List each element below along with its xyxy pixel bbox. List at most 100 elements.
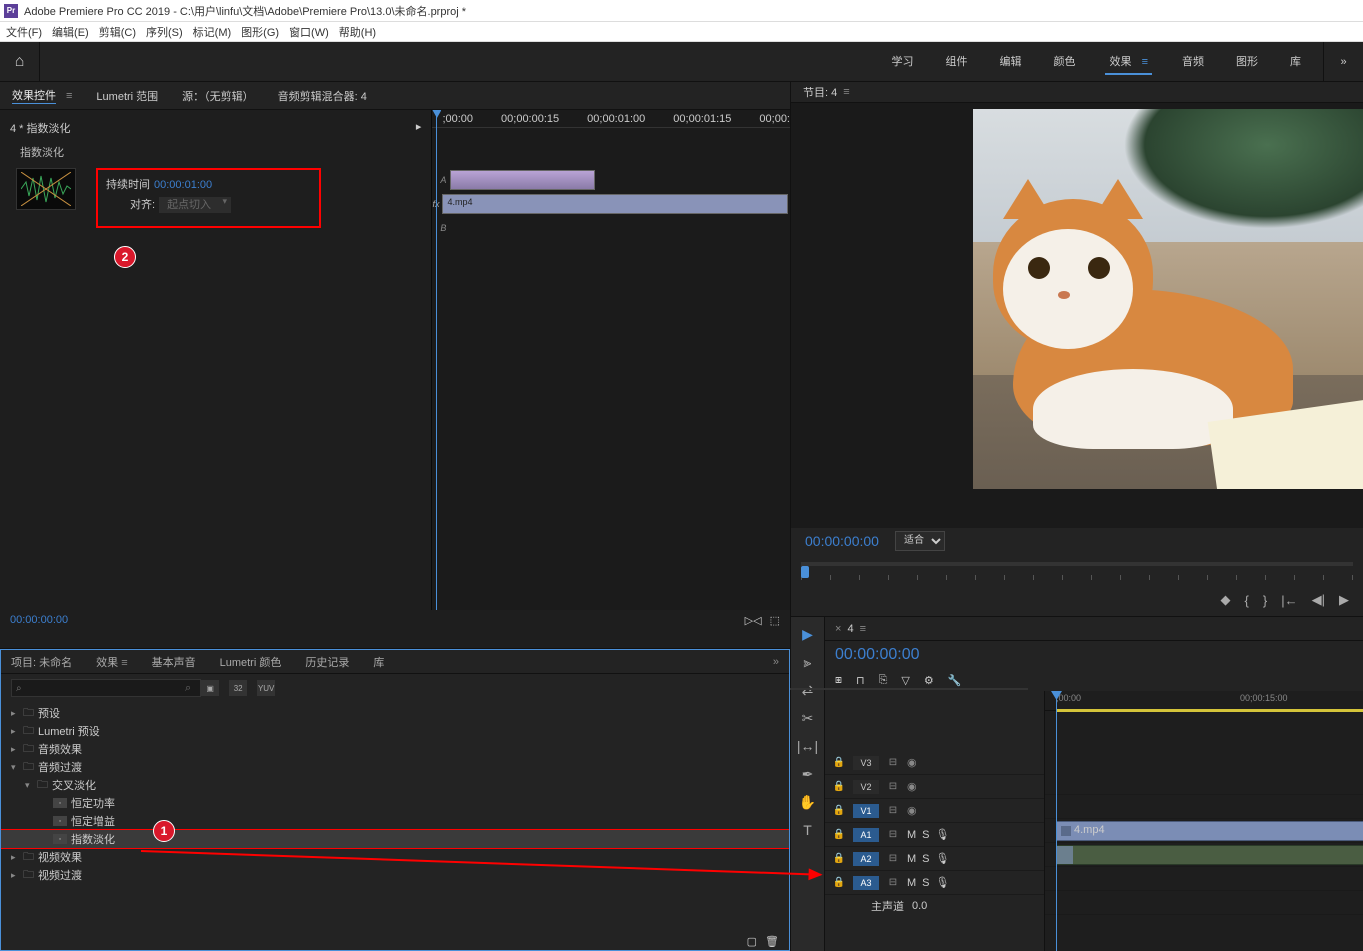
slip-tool[interactable]: |↔| (797, 737, 819, 755)
ec-loop-icon[interactable]: ▷◁ (745, 614, 762, 627)
menu-marker[interactable]: 标记(M) (193, 24, 232, 40)
align-dropdown[interactable]: 起点切入 (159, 197, 231, 213)
tree-folder[interactable]: ▾🗀交叉淡化 (1, 776, 789, 794)
timeline-area[interactable]: ;00:00 00;00:15:00 00;00:30:00 4.mp4 (1045, 691, 1363, 951)
ws-edit[interactable]: 编辑 (997, 49, 1023, 75)
tree-effect[interactable]: ▫指数淡化 (1, 830, 789, 848)
go-in-button[interactable]: |← (1281, 593, 1297, 608)
menu-sequence[interactable]: 序列(S) (146, 24, 183, 40)
tree-folder[interactable]: ▸🗀预设 (1, 704, 789, 722)
link-icon[interactable]: ⎘ (879, 674, 888, 687)
zoom-select[interactable]: 适合 (895, 531, 945, 551)
menu-graphics[interactable]: 图形(G) (241, 24, 279, 40)
new-bin-icon[interactable]: ▢ (747, 935, 757, 948)
menu-icon[interactable]: ≡ (843, 86, 849, 98)
timeline-timecode[interactable]: 00:00:00:00 (835, 646, 920, 664)
tree-folder[interactable]: ▸🗀Lumetri 预设 (1, 722, 789, 740)
sequence-name[interactable]: 4 (847, 623, 853, 635)
add-marker-button[interactable]: ◆ (1221, 592, 1231, 608)
ws-color[interactable]: 颜色 (1051, 49, 1077, 75)
tab-library[interactable]: 库 (373, 654, 384, 670)
panel-overflow[interactable]: » (773, 656, 779, 668)
ws-effects[interactable]: 效果 ≡ (1105, 49, 1152, 75)
home-button[interactable]: ⌂ (0, 42, 40, 82)
ws-learn[interactable]: 学习 (889, 49, 915, 75)
tree-effect[interactable]: ▫恒定增益 (1, 812, 789, 830)
mic-icon[interactable]: 🎙 (936, 828, 950, 841)
track-v3[interactable]: V3 (853, 756, 879, 770)
tab-lumetri-color[interactable]: Lumetri 颜色 (220, 654, 282, 670)
tab-essential-sound[interactable]: 基本声音 (152, 654, 196, 670)
scrubber-knob[interactable] (801, 566, 809, 578)
menu-window[interactable]: 窗口(W) (289, 24, 329, 40)
tree-folder[interactable]: ▾🗀音频过渡 (1, 758, 789, 776)
type-tool[interactable]: T (797, 821, 819, 839)
work-area-bar[interactable] (1056, 709, 1363, 712)
snap-icon[interactable]: ⊓ (856, 674, 865, 687)
ec-audio-clip[interactable]: 4.mp4 (442, 194, 788, 214)
ec-toggle-icon[interactable]: ▸ (416, 120, 422, 136)
video-clip[interactable]: 4.mp4 (1056, 821, 1363, 841)
panel-menu-icon[interactable]: ≡ (66, 90, 72, 102)
tree-effect[interactable]: ▫恒定功率 (1, 794, 789, 812)
filter-yuv[interactable]: YUV (257, 680, 275, 696)
menu-icon[interactable]: ≡ (860, 623, 866, 635)
track-v2[interactable]: V2 (853, 780, 879, 794)
razor-tool[interactable]: ✂ (797, 709, 819, 727)
track-a1[interactable]: A1 (853, 828, 879, 842)
mark-out-button[interactable]: } (1263, 593, 1267, 608)
program-monitor-viewport[interactable] (791, 103, 1363, 527)
tab-lumetri-scopes[interactable]: Lumetri 范围 (96, 88, 158, 104)
workspace-overflow[interactable]: » (1323, 42, 1363, 82)
track-v1[interactable]: V1 (853, 804, 879, 818)
tab-history[interactable]: 历史记录 (305, 654, 349, 670)
tab-source[interactable]: 源：（无剪辑） (182, 88, 254, 104)
timeline-playhead[interactable] (1056, 691, 1057, 951)
settings-icon[interactable]: ⚙ (924, 674, 934, 687)
track-a3[interactable]: A3 (853, 876, 879, 890)
ripple-tool[interactable]: ⇄ (797, 681, 819, 699)
filter-32bit[interactable]: 32 (229, 680, 247, 696)
pen-tool[interactable]: ✒ (797, 765, 819, 783)
menu-clip[interactable]: 剪辑(C) (99, 24, 136, 40)
track-select-tool[interactable]: ⫸ (797, 653, 819, 671)
step-back-button[interactable]: ◀| (1312, 592, 1325, 608)
filter-accelerated[interactable]: ▣ (201, 680, 219, 696)
audio-clip[interactable] (1056, 845, 1363, 865)
ec-transition-clip[interactable] (450, 170, 595, 190)
play-button[interactable]: ▶ (1339, 592, 1349, 608)
ws-graphics[interactable]: 图形 (1234, 49, 1260, 75)
eye-icon[interactable]: ◉ (907, 756, 917, 769)
program-scrubber[interactable] (791, 554, 1363, 575)
tab-effect-controls[interactable]: 效果控件 (12, 87, 56, 104)
wrench-icon[interactable]: 🔧 (948, 674, 962, 687)
tree-folder[interactable]: ▸🗀视频效果 (1, 848, 789, 866)
mark-in-button[interactable]: { (1245, 593, 1249, 608)
ws-library[interactable]: 库 (1288, 49, 1303, 75)
program-timecode[interactable]: 00:00:00:00 (805, 533, 879, 549)
track-a2[interactable]: A2 (853, 852, 879, 866)
tab-audio-mixer[interactable]: 音频剪辑混合器: 4 (278, 88, 367, 104)
tab-effects[interactable]: 效果 ≡ (96, 654, 127, 670)
tree-folder[interactable]: ▸🗀音频效果 (1, 740, 789, 758)
tab-project[interactable]: 项目: 未命名 (11, 654, 72, 670)
menu-file[interactable]: 文件(F) (6, 24, 42, 40)
fade-in[interactable] (1057, 846, 1073, 864)
hand-tool[interactable]: ✋ (797, 793, 819, 811)
close-seq-icon[interactable]: × (835, 623, 841, 635)
marker-settings-icon[interactable]: ▽ (901, 674, 909, 687)
ec-timecode[interactable]: 00:00:00:00 (10, 614, 68, 626)
ec-export-icon[interactable]: ⬚ (770, 614, 780, 627)
selection-tool[interactable]: ▶ (797, 625, 819, 643)
trash-icon[interactable]: 🗑 (765, 935, 779, 948)
duration-value[interactable]: 00:00:01:00 (154, 179, 212, 191)
menu-help[interactable]: 帮助(H) (339, 24, 376, 40)
menu-edit[interactable]: 编辑(E) (52, 24, 89, 40)
ec-playhead[interactable] (436, 110, 437, 610)
master-value[interactable]: 0.0 (912, 900, 927, 912)
timeline-ruler[interactable]: ;00:00 00;00:15:00 00;00:30:00 (1045, 691, 1363, 711)
ws-audio[interactable]: 音频 (1180, 49, 1206, 75)
effects-search-input[interactable] (11, 679, 201, 697)
nest-icon[interactable]: ⧆ (835, 674, 842, 687)
lock-icon[interactable]: 🔒 (831, 757, 847, 768)
